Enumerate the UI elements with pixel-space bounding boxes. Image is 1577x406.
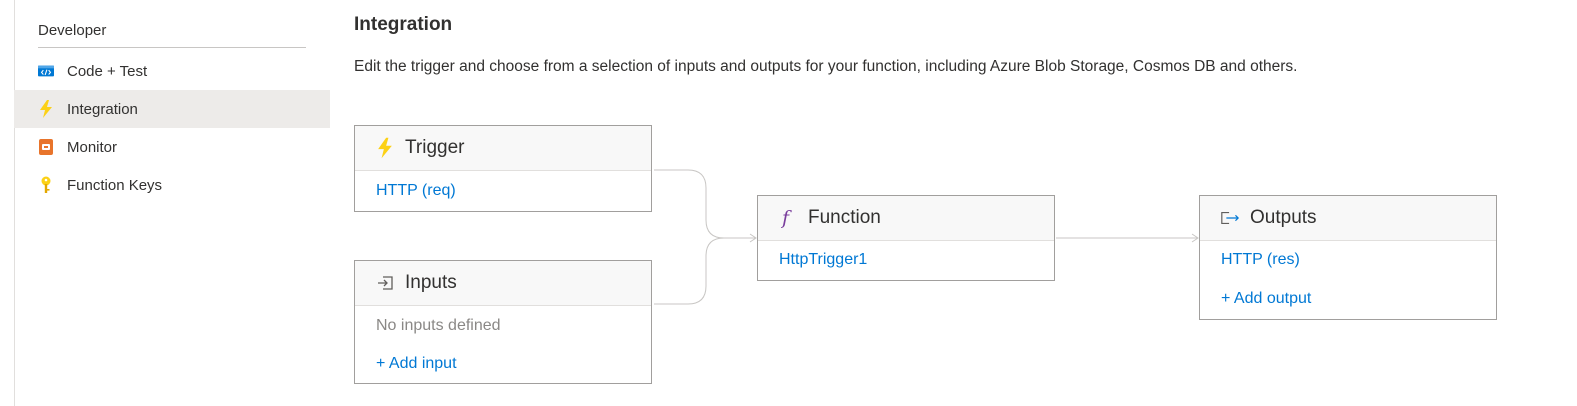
outputs-card-header: Outputs (1200, 196, 1496, 241)
inputs-card: Inputs No inputs defined + Add input (354, 260, 652, 384)
trigger-card-header: Trigger (355, 126, 651, 171)
add-output-link[interactable]: + Add output (1221, 290, 1311, 307)
output-icon (1220, 207, 1240, 229)
trigger-card: Trigger HTTP (req) (354, 125, 652, 212)
function-card: f Function HttpTrigger1 (757, 195, 1055, 281)
function-link[interactable]: HttpTrigger1 (779, 251, 867, 268)
trigger-link[interactable]: HTTP (req) (376, 182, 456, 199)
trigger-title: Trigger (405, 137, 465, 158)
function-title: Function (808, 207, 881, 228)
add-input-link[interactable]: + Add input (376, 355, 457, 372)
outputs-title: Outputs (1250, 207, 1317, 228)
inputs-title: Inputs (405, 272, 457, 293)
function-card-header: f Function (758, 196, 1054, 241)
outputs-card: Outputs HTTP (res) + Add output (1199, 195, 1497, 320)
function-icon: f (778, 207, 798, 229)
inputs-card-header: Inputs (355, 261, 651, 306)
lightning-icon (375, 137, 395, 159)
svg-text:f: f (781, 208, 792, 228)
inputs-empty-text: No inputs defined (376, 317, 501, 334)
input-icon (375, 272, 395, 294)
outputs-link[interactable]: HTTP (res) (1221, 251, 1300, 268)
